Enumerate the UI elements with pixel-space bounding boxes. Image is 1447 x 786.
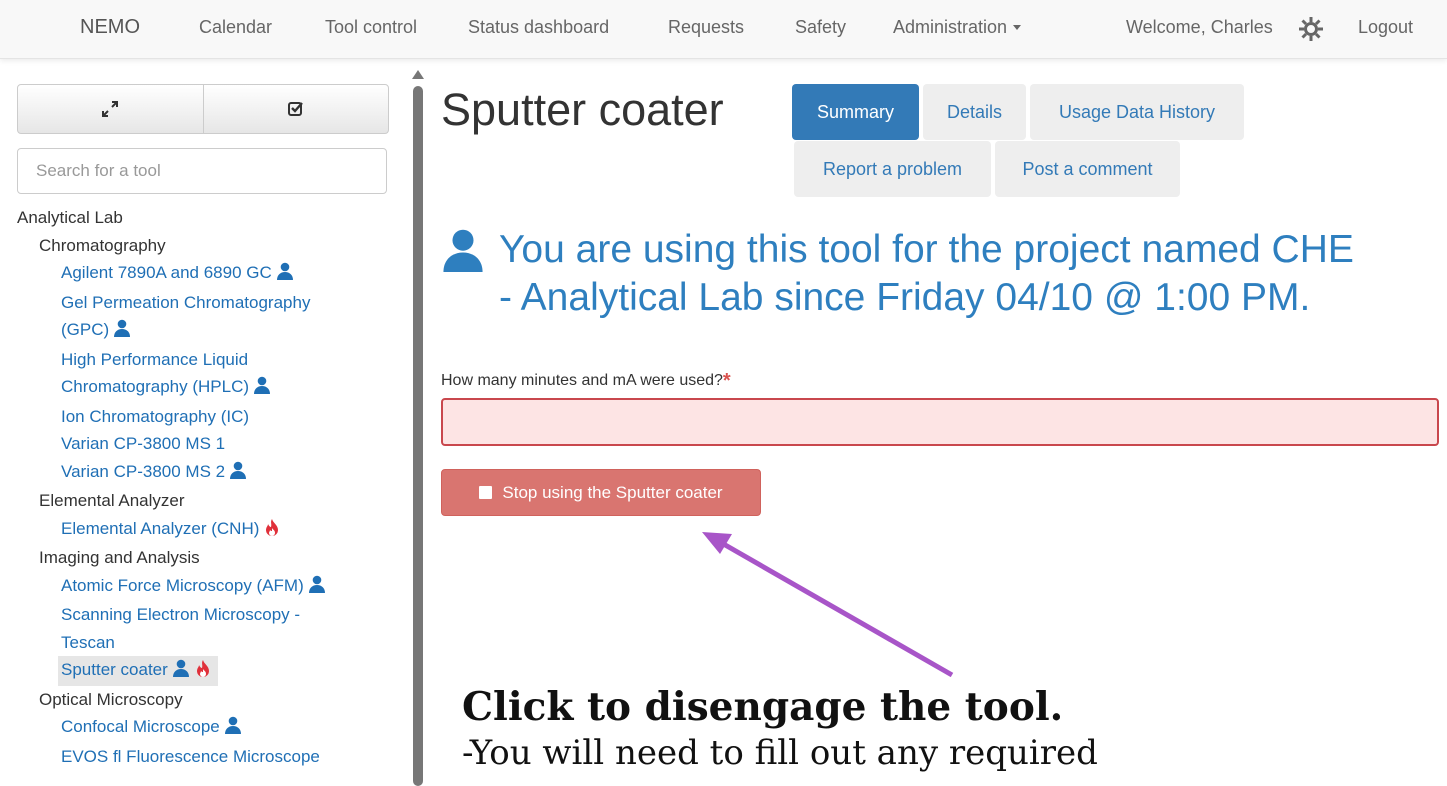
tool-label: Varian CP-3800 MS 1 (61, 434, 226, 453)
user-icon (253, 375, 271, 403)
nav-tool-control[interactable]: Tool control (325, 17, 417, 38)
tool-item[interactable]: Confocal Microscope (0, 713, 400, 743)
tool-label: Sputter coater (61, 660, 168, 679)
banner-line: - Analytical Lab since Friday 04/10 @ 1:… (499, 276, 1311, 319)
check-square-icon (287, 102, 303, 116)
nav-administration[interactable]: Administration (893, 17, 1022, 38)
brand-link[interactable]: NEMO (80, 16, 140, 39)
logout-link[interactable]: Logout (1358, 17, 1413, 38)
tool-label: Agilent 7890A and 6890 GC (61, 263, 272, 282)
tool-item[interactable]: Ion Chromatography (IC) (0, 403, 400, 431)
tool-item-selected[interactable]: Sputter coater (0, 656, 400, 686)
tab-post-comment[interactable]: Post a comment (995, 141, 1180, 197)
stop-using-tool-button[interactable]: Stop using the Sputter coater (441, 469, 761, 516)
tool-label: Gel Permeation Chromatography (61, 292, 311, 312)
tool-item-cont[interactable]: Chromatography (HPLC) (0, 373, 400, 403)
subcategory-elemental-analyzer[interactable]: Elemental Analyzer (0, 487, 400, 515)
category-analytical-lab[interactable]: Analytical Lab (0, 204, 400, 232)
tool-item[interactable]: High Performance Liquid (0, 346, 400, 374)
stop-icon (479, 486, 493, 499)
user-icon (308, 574, 326, 602)
nav-requests[interactable]: Requests (668, 17, 744, 38)
tool-item[interactable]: Atomic Force Microscopy (AFM) (0, 572, 400, 602)
tool-item[interactable]: Scanning Electron Microscopy - (0, 601, 400, 629)
tool-item[interactable]: Gel Permeation Chromatography (0, 289, 400, 317)
expand-icon (102, 101, 119, 117)
tool-label: (GPC) (61, 320, 110, 339)
caret-down-icon (1013, 25, 1022, 30)
user-icon (441, 228, 485, 284)
welcome-text: Welcome, Charles (1126, 17, 1273, 37)
tool-item[interactable]: Agilent 7890A and 6890 GC (0, 259, 400, 289)
tool-item[interactable]: Varian CP-3800 MS 2 (0, 458, 400, 488)
tool-label: Elemental Analyzer (CNH) (61, 518, 260, 538)
tool-item-cont[interactable]: (GPC) (0, 316, 400, 346)
user-icon (172, 658, 190, 686)
tab-report-problem[interactable]: Report a problem (794, 141, 991, 197)
stop-button-label: Stop using the Sputter coater (502, 482, 723, 502)
tool-label: Ion Chromatography (IC) (61, 406, 250, 426)
fire-icon (263, 517, 281, 545)
selected-tool: Sputter coater (58, 656, 218, 686)
gear-icon[interactable] (1298, 16, 1324, 47)
tool-label: Varian CP-3800 MS 2 (61, 461, 226, 481)
user-icon (276, 261, 294, 289)
subcategory-optical[interactable]: Optical Microscopy (0, 686, 400, 714)
tool-item[interactable]: Varian CP-3800 MS 1 (0, 430, 400, 458)
subcategory-chromatography[interactable]: Chromatography (0, 232, 400, 260)
annotation-arrow (702, 532, 954, 678)
check-all-button[interactable] (204, 85, 389, 133)
tool-item[interactable]: Elemental Analyzer (CNH) (0, 515, 400, 545)
tab-details[interactable]: Details (923, 84, 1026, 140)
nav-calendar[interactable]: Calendar (199, 17, 272, 38)
question-label: How many minutes and mA were used?* (441, 370, 731, 393)
tab-summary[interactable]: Summary (792, 84, 919, 140)
tool-label: Tescan (61, 632, 115, 652)
tool-label: High Performance Liquid (61, 349, 249, 369)
banner-text: You are using this tool for the project … (499, 226, 1447, 322)
nav-status-dashboard[interactable]: Status dashboard (468, 17, 609, 38)
tool-tree: Analytical Lab Chromatography Agilent 78… (0, 204, 400, 770)
user-icon (229, 460, 247, 488)
tool-label: Atomic Force Microscopy (AFM) (61, 575, 304, 595)
tool-item[interactable]: EVOS fl Fluorescence Microscope (0, 743, 400, 771)
question-text: How many minutes and mA were used? (441, 372, 723, 389)
scroll-thumb[interactable] (413, 86, 423, 786)
nav-administration-label: Administration (893, 17, 1008, 37)
subcategory-imaging[interactable]: Imaging and Analysis (0, 544, 400, 572)
minutes-ma-input[interactable] (441, 398, 1439, 446)
tool-label: Chromatography (HPLC) (61, 377, 250, 396)
user-icon (113, 318, 131, 346)
nav-safety[interactable]: Safety (795, 17, 846, 38)
tool-search-input[interactable] (17, 148, 387, 194)
tool-label: Scanning Electron Microscopy - (61, 605, 301, 624)
top-navbar: NEMO Calendar Tool control Status dashbo… (0, 0, 1447, 59)
expand-all-button[interactable] (18, 85, 204, 133)
tool-label: EVOS fl Fluorescence Microscope (61, 746, 320, 766)
sidebar-scrollbar[interactable] (410, 66, 426, 786)
required-marker: * (722, 370, 731, 392)
annotation-subtitle: -You will need to fill out any required (462, 733, 1098, 773)
fire-icon (194, 658, 212, 686)
tool-label: Confocal Microscope (61, 717, 220, 736)
page-title: Sputter coater (441, 84, 724, 135)
annotation-title: Click to disengage the tool. (462, 684, 1064, 730)
user-icon (224, 715, 242, 743)
scroll-up-icon[interactable] (412, 70, 424, 79)
tab-usage-data-history[interactable]: Usage Data History (1030, 84, 1244, 140)
tool-item-cont[interactable]: Tescan (0, 629, 400, 657)
sidebar-button-group (17, 84, 389, 134)
banner-line: You are using this tool for the project … (499, 228, 1354, 271)
